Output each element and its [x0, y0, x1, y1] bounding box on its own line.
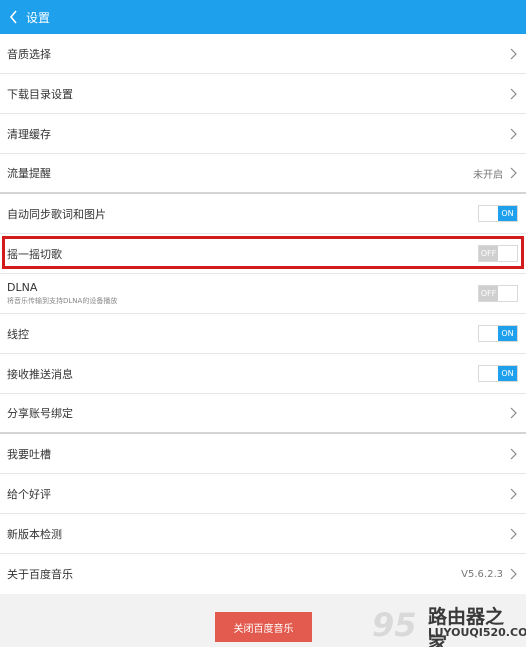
setting-download-dir[interactable]: 下载目录设置: [0, 74, 526, 114]
toggle-state: ON: [498, 326, 517, 341]
setting-push-messages: 接收推送消息 ON: [0, 354, 526, 394]
setting-clear-cache[interactable]: 清理缓存: [0, 114, 526, 154]
toggle-state: ON: [498, 366, 517, 381]
toggle-state: OFF: [479, 286, 498, 301]
setting-audio-quality[interactable]: 音质选择: [0, 34, 526, 74]
setting-dlna: DLNA 将音乐传输到支持DLNA的设备播放 OFF: [0, 274, 526, 314]
setting-about[interactable]: 关于百度音乐 V5.6.2.3: [0, 554, 526, 594]
setting-sync-lyrics: 自动同步歌词和图片 ON: [0, 194, 526, 234]
setting-label: 音质选择: [7, 47, 51, 61]
settings-list: 音质选择 下载目录设置 清理缓存 流量提醒 未开启 自动同步歌词和图片 ON 摇…: [0, 34, 526, 594]
setting-label: 下载目录设置: [7, 87, 73, 101]
page-title: 设置: [26, 10, 51, 25]
setting-share-binding[interactable]: 分享账号绑定: [0, 394, 526, 434]
setting-label: 自动同步歌词和图片: [7, 207, 106, 221]
setting-label: 流量提醒: [7, 167, 51, 180]
setting-label: 清理缓存: [7, 127, 51, 141]
setting-sublabel: 将音乐传输到支持DLNA的设备播放: [7, 297, 118, 305]
setting-rate-app[interactable]: 给个好评: [0, 474, 526, 514]
setting-check-update[interactable]: 新版本检测: [0, 514, 526, 554]
sync-lyrics-toggle[interactable]: ON: [478, 205, 518, 222]
chevron-right-icon: [510, 407, 517, 419]
setting-label: 线控: [7, 327, 29, 341]
toggle-blank: [479, 366, 498, 381]
watermark: 95 路由器之家 LUYOUQI520.COM: [372, 600, 526, 647]
setting-label: 接收推送消息: [7, 367, 73, 381]
version-value: V5.6.2.3: [461, 568, 503, 580]
setting-label: 关于百度音乐: [7, 568, 73, 581]
back-arrow-icon[interactable]: [2, 0, 24, 34]
chevron-right-icon: [510, 448, 517, 459]
setting-shake-switch: 摇一摇切歌 OFF: [0, 234, 526, 274]
setting-label: 分享账号绑定: [7, 407, 73, 420]
chevron-right-icon: [510, 568, 517, 580]
setting-data-reminder[interactable]: 流量提醒 未开启: [0, 154, 526, 194]
setting-label: 摇一摇切歌: [7, 247, 62, 261]
chevron-right-icon: [510, 167, 517, 179]
toggle-blank: [479, 326, 498, 341]
chevron-right-icon: [510, 88, 517, 99]
watermark-number: 95: [372, 606, 417, 644]
setting-label: 给个好评: [7, 487, 51, 501]
toggle-blank: [498, 246, 517, 261]
dlna-toggle[interactable]: OFF: [478, 285, 518, 302]
push-messages-toggle[interactable]: ON: [478, 365, 518, 382]
wire-control-toggle[interactable]: ON: [478, 325, 518, 342]
top-bar: 设置: [0, 0, 526, 34]
shake-switch-toggle[interactable]: OFF: [478, 245, 518, 262]
close-app-button[interactable]: 关闭百度音乐: [215, 612, 312, 642]
setting-wire-control: 线控 ON: [0, 314, 526, 354]
setting-feedback[interactable]: 我要吐槽: [0, 434, 526, 474]
setting-label: DLNA: [7, 281, 38, 294]
watermark-site-cn: 路由器之家: [428, 606, 505, 647]
toggle-blank: [498, 286, 517, 301]
toggle-blank: [479, 206, 498, 221]
setting-label: 我要吐槽: [7, 447, 51, 461]
chevron-right-icon: [510, 528, 517, 539]
chevron-right-icon: [510, 128, 517, 139]
chevron-right-icon: [510, 488, 517, 499]
toggle-state: ON: [498, 206, 517, 221]
chevron-right-icon: [510, 48, 517, 59]
watermark-site-en: LUYOUQI520.COM: [428, 626, 526, 639]
toggle-state: OFF: [479, 246, 498, 261]
setting-label: 新版本检测: [7, 527, 62, 541]
setting-value: 未开启: [473, 169, 503, 181]
